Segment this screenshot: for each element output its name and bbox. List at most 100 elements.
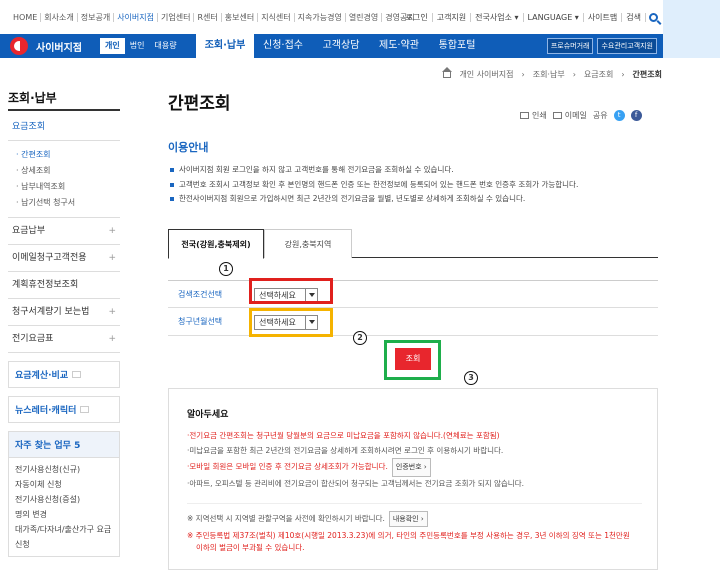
notice-title: 알아두세요 bbox=[187, 410, 229, 420]
main-menu: 조회·납부 신청·접수 고객상담 제도·약관 통합포털 bbox=[196, 34, 486, 58]
window-icon bbox=[72, 371, 82, 378]
sidebar-item-payment[interactable]: 요금납부 + bbox=[8, 218, 120, 245]
tab-nationwide[interactable]: 전국(강원,충북제외) bbox=[168, 229, 264, 259]
marker-2: 2 bbox=[353, 331, 367, 345]
top-utility-bar: HOME 회사소개 정보공개 사이버지점 기업센터 R센터 홍보센터 지식센터 지속가능경영 열린… bbox=[0, 0, 720, 34]
window-icon bbox=[80, 406, 90, 413]
notice-list: · 전기요금 간편조회는 청구년월 당월분의 요금으로 미납요금을 포함하지 않… bbox=[187, 429, 647, 491]
footnote-law: ※ 주민등록법 제37조(벌칙) 제10호(시행일 2013.3.23)에 의거… bbox=[187, 531, 630, 540]
breadcrumb-item[interactable]: 요금조회 bbox=[584, 69, 613, 80]
menu-application[interactable]: 신청·접수 bbox=[254, 34, 312, 58]
sidebar-subitem-simple[interactable]: · 간편조회 bbox=[16, 147, 120, 163]
decorative-sky bbox=[663, 0, 720, 58]
billing-month-label: 청구년월선택 bbox=[178, 317, 223, 326]
guide-item: 고객번호 조회시 고객정보 확인 후 본인명의 핸드폰 인증 또는 한전정보에 … bbox=[170, 178, 690, 193]
demand-management-button[interactable]: 수요관리고객지원 bbox=[597, 38, 657, 54]
tab-corporate[interactable]: 법인 bbox=[125, 38, 150, 54]
branches-link[interactable]: 전국사업소 ▾ bbox=[471, 13, 524, 22]
frequent-task[interactable]: 명의 변경 bbox=[15, 507, 113, 522]
sidebar-item-email-bill[interactable]: 이메일청구고객전용 + bbox=[8, 245, 120, 272]
top-link[interactable]: 정보공개 bbox=[78, 13, 115, 22]
usage-guide-list: 사이버지점 회원 로그인을 하지 않고 고객번호를 통해 전기요금을 조회하실 … bbox=[170, 163, 690, 207]
tab-large[interactable]: 대용량 bbox=[149, 38, 181, 54]
form-row-condition: 검색조건선택 선택하세요 bbox=[168, 280, 658, 308]
home-icon[interactable] bbox=[442, 67, 453, 78]
frequent-task[interactable]: 전기사용신청(신규) bbox=[15, 462, 113, 477]
support-link[interactable]: 고객지원 bbox=[433, 13, 472, 22]
top-links: HOME 회사소개 정보공개 사이버지점 기업센터 R센터 홍보센터 지식센터 지속가능경영 열린… bbox=[10, 13, 418, 22]
menu-inquiry-payment[interactable]: 조회·납부 bbox=[196, 34, 254, 58]
frequent-task[interactable]: 대가족/다자녀/출산가구 요금 신청 bbox=[15, 522, 113, 552]
frequent-task[interactable]: 전기사용신청(증설) bbox=[15, 492, 113, 507]
sitemap-link[interactable]: 사이트맵 bbox=[584, 13, 623, 22]
top-link[interactable]: R센터 bbox=[194, 13, 222, 22]
highlight-box-condition bbox=[249, 278, 333, 304]
top-link[interactable]: 회사소개 bbox=[41, 13, 78, 22]
sidebar-sublist: · 간편조회 · 상세조회 · 납부내역조회 · 납기선택 청구서 bbox=[8, 141, 120, 218]
check-content-button[interactable]: 내용확인 › bbox=[388, 511, 428, 527]
menu-portal[interactable]: 통합포털 bbox=[428, 34, 486, 58]
menu-terms[interactable]: 제도·약관 bbox=[370, 34, 428, 58]
search-button[interactable]: 조회 bbox=[395, 348, 431, 370]
search-link[interactable]: 검색 bbox=[622, 13, 646, 22]
top-link[interactable]: 지속가능경영 bbox=[295, 13, 346, 22]
facebook-icon[interactable]: f bbox=[630, 110, 642, 121]
notice-item: · 미납요금을 포함한 최근 2년간의 전기요금을 상세하게 조회하시려면 로그… bbox=[187, 445, 504, 455]
sidebar-title: 조회·납부 bbox=[8, 89, 120, 111]
auth-number-button[interactable]: 인증번호 › bbox=[391, 458, 431, 477]
page-title: 간편조회 bbox=[168, 94, 231, 114]
sidebar-subitem-detail[interactable]: · 상세조회 bbox=[16, 163, 120, 179]
footnote-region: ※ 지역선택 시 지역별 관할구역을 사전에 확인하시기 바랍니다. 내용확인 › bbox=[187, 511, 647, 527]
sidebar-item-rate-table[interactable]: 전기요금표 + bbox=[8, 326, 120, 353]
print-icon[interactable] bbox=[520, 112, 529, 119]
sidebar-item-fee-inquiry[interactable]: 요금조회 bbox=[8, 111, 120, 141]
sidebar-item-outage[interactable]: 계획휴전정보조회 bbox=[8, 272, 120, 299]
print-link[interactable]: 인쇄 bbox=[532, 110, 547, 121]
inquiry-form: 검색조건선택 선택하세요 청구년월선택 선택하세요 bbox=[168, 280, 658, 336]
newsletter-link[interactable]: 뉴스레터·캐릭터 bbox=[8, 396, 120, 423]
top-link[interactable]: HOME bbox=[10, 13, 42, 22]
notice-item: · 전기요금 간편조회는 청구년월 당월분의 요금으로 미납요금을 포함하지 않… bbox=[187, 431, 500, 440]
email-icon[interactable] bbox=[552, 112, 562, 119]
frequent-tasks-list: 전기사용신청(신규) 자동이체 신청 전기사용신청(증설) 명의 변경 대가족/… bbox=[8, 458, 120, 557]
region-tabs: 전국(강원,충북제외) 강원,충북지역 bbox=[168, 229, 658, 259]
tab-gangwon-chungbuk[interactable]: 강원,충북지역 bbox=[264, 229, 352, 258]
sidebar-item-meter-guide[interactable]: 청구서계량기 보는법 + bbox=[8, 299, 120, 326]
top-link[interactable]: 기업센터 bbox=[158, 13, 195, 22]
twitter-icon[interactable]: t bbox=[613, 110, 625, 121]
logo[interactable]: 사이버지점 bbox=[10, 34, 82, 58]
condition-label: 검색조건선택 bbox=[178, 290, 223, 299]
breadcrumb-item[interactable]: 조회·납부 bbox=[533, 69, 565, 80]
highlight-box-billing-month bbox=[249, 308, 333, 337]
top-link[interactable]: 열린경영 bbox=[346, 13, 383, 22]
language-link[interactable]: LANGUAGE ▾ bbox=[524, 13, 584, 22]
marker-1: 1 bbox=[219, 262, 233, 276]
menu-consultation[interactable]: 고객상담 bbox=[312, 34, 370, 58]
breadcrumb: 개인 사이버지점 › 조회·납부 › 요금조회 › 간편조회 bbox=[442, 67, 662, 80]
search-icon[interactable] bbox=[649, 13, 658, 22]
top-link[interactable]: 지식센터 bbox=[258, 13, 295, 22]
share-label: 공유 bbox=[592, 111, 608, 120]
top-link[interactable]: 사이버지점 bbox=[114, 13, 158, 22]
tab-personal[interactable]: 개인 bbox=[100, 38, 125, 54]
customer-type-tabs: 개인 법인 대용량 bbox=[100, 38, 182, 54]
email-link[interactable]: 이메일 bbox=[565, 110, 587, 121]
breadcrumb-item[interactable]: 개인 사이버지점 bbox=[459, 69, 513, 80]
sidebar-subitem-payment-history[interactable]: · 납부내역조회 bbox=[16, 179, 120, 195]
sidebar: 조회·납부 요금조회 · 간편조회 · 상세조회 · 납부내역조회 · 납기선택… bbox=[8, 89, 120, 557]
divider bbox=[187, 503, 642, 504]
top-link[interactable]: 홍보센터 bbox=[222, 13, 259, 22]
nav-extra-buttons: 프로슈머거래 수요관리고객지원 bbox=[546, 38, 657, 54]
top-right-links: 로그인 고객지원 전국사업소 ▾ LANGUAGE ▾ 사이트맵 검색 bbox=[402, 13, 658, 22]
sidebar-subitem-due-date[interactable]: · 납기선택 청구서 bbox=[16, 195, 120, 211]
logo-text: 사이버지점 bbox=[36, 42, 82, 54]
main-navbar: 사이버지점 개인 법인 대용량 조회·납부 신청·접수 고객상담 제도·약관 통… bbox=[0, 34, 663, 58]
frequent-task[interactable]: 자동이체 신청 bbox=[15, 477, 113, 492]
notice-box: 알아두세요 · 전기요금 간편조회는 청구년월 당월분의 요금으로 미납요금을 … bbox=[168, 388, 658, 570]
share-tools: 인쇄 이메일 공유 t f bbox=[520, 110, 648, 121]
login-link[interactable]: 로그인 bbox=[402, 13, 433, 22]
fee-calc-link[interactable]: 요금계산·비교 bbox=[8, 361, 120, 388]
prosumer-button[interactable]: 프로슈머거래 bbox=[546, 38, 594, 54]
guide-item: 사이버지점 회원 로그인을 하지 않고 고객번호를 통해 전기요금을 조회하실 … bbox=[170, 163, 690, 178]
notice-footnotes: ※ 지역선택 시 지역별 관할구역을 사전에 확인하시기 바랍니다. 내용확인 ›… bbox=[187, 511, 647, 554]
